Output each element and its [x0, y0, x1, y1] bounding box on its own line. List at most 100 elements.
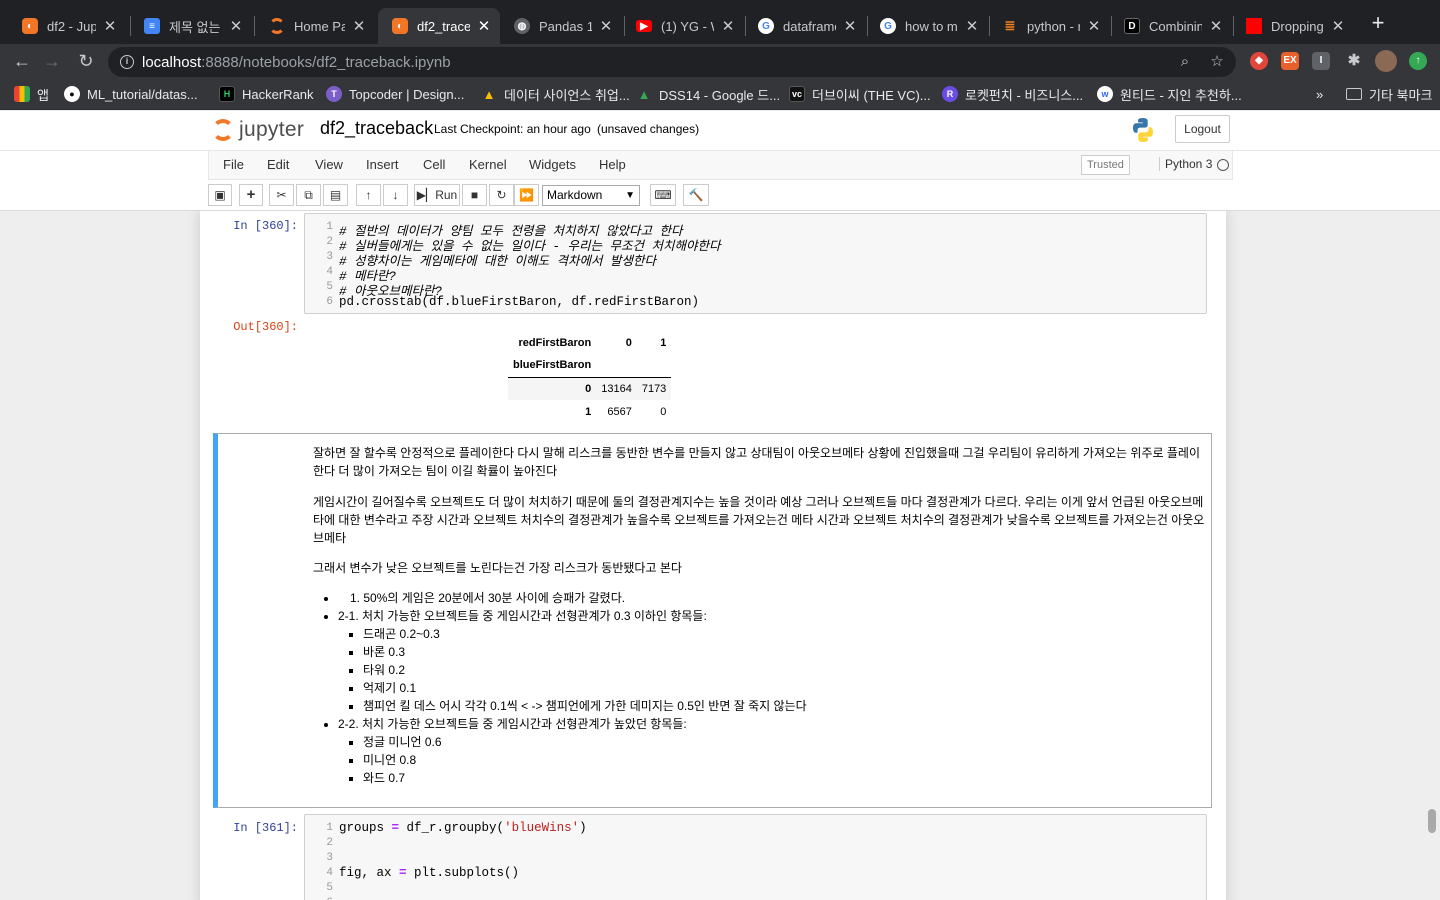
- shield-extension-icon[interactable]: ◆: [1250, 52, 1268, 70]
- other-bookmarks-folder[interactable]: 기타 북마크: [1346, 84, 1432, 104]
- menu-widgets[interactable]: Widgets: [529, 157, 576, 172]
- restart-icon[interactable]: ↻: [489, 184, 514, 206]
- restart-run-all-icon[interactable]: ⏩: [514, 184, 539, 206]
- ex-extension-icon[interactable]: EX: [1281, 52, 1299, 70]
- address-bar[interactable]: i localhost:8888/notebooks/df2_traceback…: [108, 47, 1236, 77]
- jupyter-icon: ◐: [392, 18, 408, 34]
- stackoverflow-icon: ≣: [1004, 18, 1016, 33]
- extensions-puzzle-icon[interactable]: ✱: [1345, 52, 1363, 70]
- bookmark-apps[interactable]: 앱: [14, 84, 49, 104]
- close-tab-icon[interactable]: ✕: [351, 17, 367, 35]
- menu-cell[interactable]: Cell: [423, 157, 445, 172]
- bookmark-item[interactable]: ▲ 데이터 사이언스 취업...: [481, 84, 630, 104]
- browser-tab[interactable]: ◍ Pandas 10 ✕: [500, 8, 622, 44]
- bookmark-item[interactable]: H HackerRank: [219, 84, 314, 104]
- notebook-page: In [360]: 1 2 3 4 5 6 # 절반의 데이터가 양팀 모두 전…: [200, 211, 1226, 900]
- youtube-icon: ▶: [636, 20, 652, 32]
- menu-kernel[interactable]: Kernel: [469, 157, 507, 172]
- code-line: groups = df_r.groupby('blueWins'): [339, 821, 587, 835]
- cell-type-select[interactable]: Markdown ▼: [542, 185, 640, 206]
- markdown-paragraph: 잘하면 잘 할수록 안정적으로 플레이한다 다시 말해 리스크를 동반한 변수를…: [313, 446, 1200, 478]
- close-tab-icon[interactable]: ✕: [598, 17, 614, 35]
- browser-tab[interactable]: ▶ (1) YG - W ✕: [622, 8, 744, 44]
- browser-tab[interactable]: ≡ 제목 없는 문서 ✕: [130, 8, 252, 44]
- line-number: 2: [326, 837, 333, 849]
- wanted-icon: w: [1097, 86, 1113, 102]
- page-scrollbar-thumb[interactable]: [1428, 809, 1436, 833]
- browser-toolbar: ← → ↻ i localhost:8888/notebooks/df2_tra…: [0, 44, 1440, 78]
- bookmark-item[interactable]: ● ML_tutorial/datas...: [64, 84, 198, 104]
- notebook-name[interactable]: df2_traceback: [320, 118, 433, 139]
- browser-tab[interactable]: D Combining ✕: [1110, 8, 1232, 44]
- menu-help[interactable]: Help: [599, 157, 626, 172]
- paste-icon[interactable]: ▤: [323, 184, 348, 206]
- notebook-toolbar: ▣ + ✂ ⧉ ▤ ↑ ↓ ▶▏Run ■ ↻ ⏩ Markdown ▼ ⌨ 🔨: [0, 181, 1440, 211]
- jupyter-logo[interactable]: jupyter: [212, 116, 304, 144]
- topcoder-icon: T: [326, 86, 342, 102]
- folder-icon: [1346, 88, 1362, 100]
- copy-icon[interactable]: ⧉: [296, 184, 321, 206]
- zoom-icon[interactable]: ⌕: [1176, 53, 1194, 71]
- list-item: 1. 50%의 게임은 20분에서 30분 사이에 승패가 갈렸다.: [338, 589, 1208, 607]
- browser-tab[interactable]: G how to me ✕: [866, 8, 988, 44]
- update-icon[interactable]: ↑: [1409, 52, 1427, 70]
- menu-view[interactable]: View: [315, 157, 343, 172]
- trusted-indicator[interactable]: Trusted: [1081, 155, 1130, 175]
- list-item: 2-2. 처치 가능한 오브젝트들 중 게임시간과 선형관계가 높았던 항목들:…: [338, 715, 1208, 787]
- back-arrow-icon[interactable]: ←: [10, 49, 34, 73]
- close-tab-icon[interactable]: ✕: [102, 17, 118, 35]
- menu-insert[interactable]: Insert: [366, 157, 399, 172]
- browser-tab[interactable]: G dataframe ✕: [744, 8, 866, 44]
- url-text[interactable]: localhost:8888/notebooks/df2_traceback.i…: [142, 54, 451, 71]
- dev-icon: D: [1124, 18, 1140, 34]
- close-tab-icon[interactable]: ✕: [842, 17, 858, 35]
- reload-icon[interactable]: ↻: [74, 49, 98, 73]
- bookmark-item[interactable]: ▲ DSS14 - Google 드...: [636, 84, 781, 104]
- logout-button[interactable]: Logout: [1175, 115, 1230, 143]
- wrench-icon[interactable]: 🔨: [683, 184, 709, 206]
- markdown-cell-selected[interactable]: 잘하면 잘 할수록 안정적으로 플레이한다 다시 말해 리스크를 동반한 변수를…: [213, 433, 1212, 808]
- close-tab-icon[interactable]: ✕: [228, 17, 244, 35]
- cut-icon[interactable]: ✂: [269, 184, 294, 206]
- bookmark-item[interactable]: R 로켓펀치 - 비즈니스...: [942, 84, 1083, 104]
- line-number: 6: [326, 296, 333, 308]
- line-number: 5: [326, 281, 333, 293]
- close-tab-icon[interactable]: ✕: [476, 17, 492, 35]
- browser-tab-active[interactable]: ◐ df2_traceback ✕: [378, 8, 500, 44]
- bookmark-item[interactable]: vc 더브이씨 (THE VC)...: [789, 84, 931, 104]
- close-tab-icon[interactable]: ✕: [1086, 17, 1102, 35]
- close-tab-icon[interactable]: ✕: [964, 17, 980, 35]
- menu-edit[interactable]: Edit: [267, 157, 289, 172]
- line-number: 4: [326, 867, 333, 879]
- autosave-status: (unsaved changes): [597, 122, 700, 136]
- interrupt-icon[interactable]: ■: [462, 184, 487, 206]
- move-down-icon[interactable]: ↓: [383, 184, 408, 206]
- code-cell-editor[interactable]: 1 2 3 4 5 6 groups = df_r.groupby('blueW…: [304, 814, 1207, 900]
- close-tab-icon[interactable]: ✕: [720, 17, 736, 35]
- profile-avatar[interactable]: [1375, 50, 1397, 72]
- instapaper-extension-icon[interactable]: I: [1312, 52, 1330, 70]
- bookmark-item[interactable]: T Topcoder | Design...: [326, 84, 464, 104]
- browser-tab[interactable]: ≣ python - r ✕: [988, 8, 1110, 44]
- browser-tab[interactable]: ◐ df2 - Jupyter ✕: [8, 8, 126, 44]
- browser-tab[interactable]: Dropping ✕: [1232, 8, 1354, 44]
- bookmarks-overflow-button[interactable]: »: [1316, 84, 1323, 104]
- code-cell-editor[interactable]: 1 2 3 4 5 6 # 절반의 데이터가 양팀 모두 전령을 처치하지 않았…: [304, 213, 1207, 314]
- crosstab-table: redFirstBaron 0 1 blueFirstBaron 0 13164…: [508, 331, 672, 423]
- google-icon: G: [880, 18, 896, 34]
- close-tab-icon[interactable]: ✕: [1208, 17, 1224, 35]
- run-button[interactable]: ▶▏Run: [414, 184, 460, 206]
- browser-tab[interactable]: Home Page ✕: [255, 8, 375, 44]
- menu-file[interactable]: File: [223, 157, 244, 172]
- insert-cell-icon[interactable]: +: [239, 184, 263, 206]
- line-number: 3: [326, 852, 333, 864]
- bookmark-star-icon[interactable]: ☆: [1208, 53, 1226, 71]
- move-up-icon[interactable]: ↑: [356, 184, 381, 206]
- save-icon[interactable]: ▣: [208, 184, 232, 206]
- new-tab-button[interactable]: +: [1366, 12, 1390, 36]
- forward-arrow-icon[interactable]: →: [40, 49, 64, 73]
- bookmark-item[interactable]: w 원티드 - 지인 추천하...: [1097, 84, 1242, 104]
- keyboard-icon[interactable]: ⌨: [650, 184, 676, 206]
- close-tab-icon[interactable]: ✕: [1330, 17, 1346, 35]
- info-icon[interactable]: i: [120, 55, 134, 69]
